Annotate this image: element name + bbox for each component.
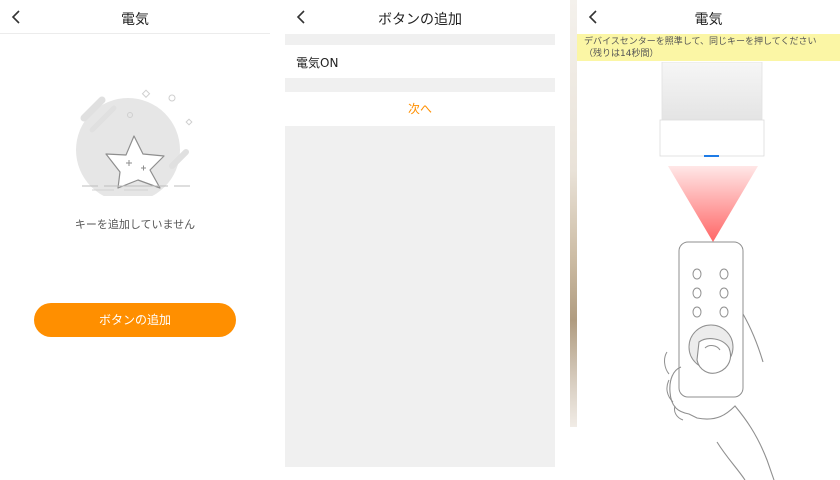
empty-star-illustration	[76, 89, 193, 196]
empty-message: キーを追加していません	[74, 218, 196, 231]
header: 電気	[577, 0, 840, 34]
page-title: 電気	[121, 12, 149, 28]
header: 電気	[0, 0, 270, 34]
panel-no-keys: 電気 キーを追加していません ボタンの追加	[0, 0, 270, 480]
add-button[interactable]: ボタンの追加	[34, 303, 236, 337]
led-indicator	[704, 155, 719, 157]
background-photo-strip	[570, 0, 577, 427]
list-item[interactable]: 電気ON	[285, 45, 555, 78]
panel-add-button: ボタンの追加 電気ON 次へ	[285, 0, 555, 467]
header: ボタンの追加	[285, 0, 555, 34]
instruction-text: デバイスセンターを照準して、同じキーを押してください	[584, 37, 817, 47]
countdown-text: （残りは14秒間）	[584, 49, 659, 59]
next-button[interactable]: 次へ	[285, 92, 555, 126]
divider	[0, 33, 270, 34]
page-title: 電気	[694, 12, 723, 28]
page-title: ボタンの追加	[378, 12, 462, 28]
list-item-label: 電気ON	[296, 56, 339, 70]
instruction-banner: デバイスセンターを照準して、同じキーを押してください （残りは14秒間）	[577, 34, 840, 61]
remote-aim-illustration	[659, 62, 775, 480]
panel-learn-key: 電気 デバイスセンターを照準して、同じキーを押してください （残りは14秒間）	[577, 0, 840, 480]
